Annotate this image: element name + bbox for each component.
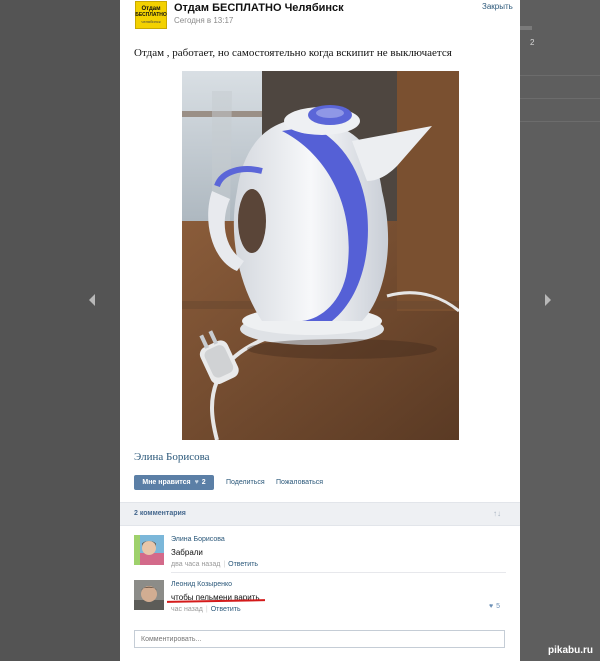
close-button[interactable]: Закрыть <box>482 2 513 11</box>
comment-input[interactable] <box>134 630 505 648</box>
comment-meta: два часа назад | Ответить <box>171 561 259 568</box>
watermark: pikabu.ru <box>548 645 594 656</box>
comment-divider <box>171 572 506 573</box>
background-divider <box>516 121 600 122</box>
comment-author-link[interactable]: Элина Борисова <box>171 536 225 543</box>
logo-text-2: БЕСПЛАТНО <box>135 12 167 18</box>
share-link[interactable]: Поделиться <box>226 479 265 486</box>
comment-like-button[interactable]: ♥ 5 <box>489 603 500 610</box>
background-divider <box>516 75 600 76</box>
group-logo[interactable]: Отдам БЕСПЛАТНО челябинск <box>135 1 167 29</box>
comment-time[interactable]: два часа назад <box>171 561 220 568</box>
comments-header: 2 комментария ↑↓ <box>120 502 520 526</box>
previous-arrow-icon[interactable] <box>89 294 95 306</box>
like-label: Мне нравится <box>142 479 191 486</box>
heart-icon: ♥ <box>194 479 199 486</box>
like-button[interactable]: Мне нравится ♥ 2 <box>134 475 214 490</box>
reply-link[interactable]: Ответить <box>228 561 258 568</box>
next-arrow-icon[interactable] <box>545 294 551 306</box>
background-text <box>518 26 532 30</box>
comment-item: Элина Борисова Забрали два часа назад | От… <box>120 535 520 575</box>
post-timestamp[interactable]: Сегодня в 13:17 <box>174 16 233 25</box>
kettle-photo <box>182 71 459 440</box>
comments-count: 2 комментария <box>134 510 186 517</box>
like-count: 2 <box>201 479 206 486</box>
avatar[interactable] <box>134 580 164 610</box>
avatar-image <box>134 580 164 610</box>
background-divider <box>516 98 600 99</box>
reply-link[interactable]: Ответить <box>211 606 241 613</box>
avatar-image <box>134 535 164 565</box>
comment-text: Забрали <box>171 548 203 557</box>
group-name-link[interactable]: Отдам БЕСПЛАТНО Челябинск <box>174 2 344 14</box>
logo-text-3: челябинск <box>141 19 161 24</box>
heart-icon: ♥ <box>489 603 494 610</box>
report-link[interactable]: Пожаловаться <box>276 479 323 486</box>
comment-like-count: 5 <box>496 603 501 610</box>
post-text: Отдам , работает, но самостоятельно когд… <box>134 47 452 59</box>
comment-meta: час назад | Ответить <box>171 606 241 613</box>
avatar[interactable] <box>134 535 164 565</box>
background-page: 2 <box>516 0 600 661</box>
comment-author-link[interactable]: Леонид Козыренко <box>171 581 232 588</box>
sort-icon[interactable]: ↑↓ <box>493 509 501 518</box>
post-author-link[interactable]: Элина Борисова <box>134 451 210 463</box>
comment-time[interactable]: час назад <box>171 606 203 613</box>
background-count-badge: 2 <box>530 38 535 47</box>
post-viewer: Отдам БЕСПЛАТНО челябинск Отдам БЕСПЛАТН… <box>120 0 520 661</box>
post-photo[interactable] <box>182 71 459 440</box>
